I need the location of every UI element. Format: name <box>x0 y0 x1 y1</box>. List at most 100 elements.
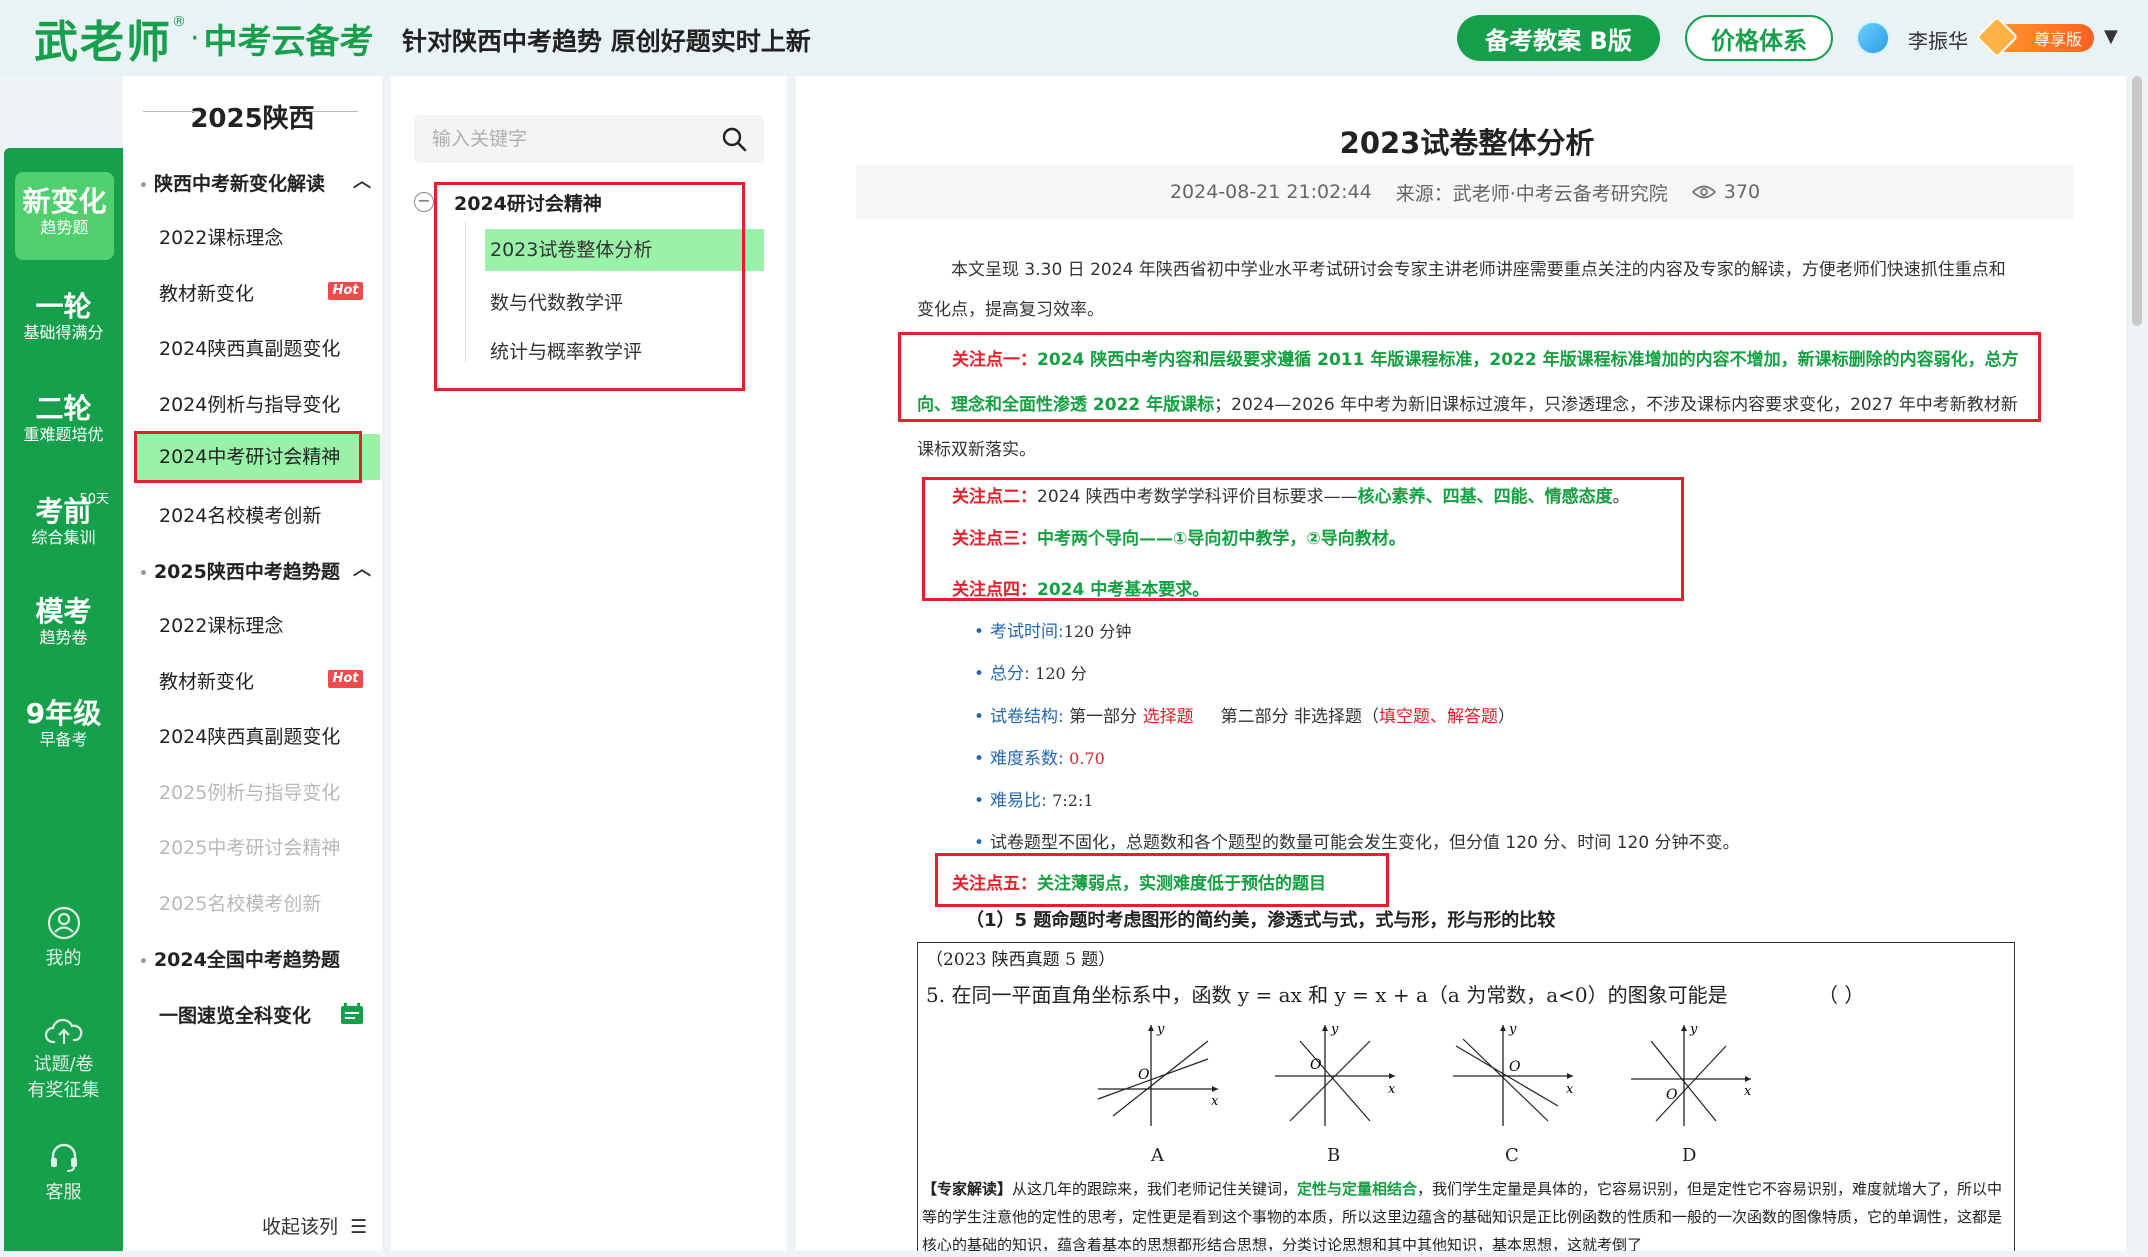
bullet-ratio: • 难易比: 7:2:1 <box>974 791 1094 811</box>
exam-question-figure: （2023 陕西真题 5 题） 5. 在同一平面直角坐标系中，函数 y = ax… <box>917 942 2015 1251</box>
chevron-up-icon: ︿ <box>353 171 371 192</box>
highlight-box <box>434 182 745 391</box>
nav-item-example-guidance-2025: 2025例析与指导变化 <box>159 782 341 804</box>
avatar[interactable] <box>1856 21 1890 55</box>
rail-item-pre-exam[interactable]: 50天 考前 综合集训 <box>4 492 123 548</box>
user-name[interactable]: 李振华 <box>1908 25 1968 54</box>
option-label-c: C <box>1505 1145 1519 1166</box>
bullet-value: 120 分钟 <box>1063 622 1132 641</box>
top-bar: 武老师 ® · 中考云备考 针对陕西中考趋势 原创好题实时上新 备考教案 B版 … <box>0 0 2148 76</box>
nav-item-curriculum-2022[interactable]: 2022课标理念 <box>159 223 283 250</box>
nav-item-real-exam-changes[interactable]: 2024陕西真副题变化 <box>159 722 340 749</box>
price-system-button[interactable]: 价格体系 <box>1685 15 1833 61</box>
new-flag-icon <box>341 1003 363 1024</box>
bullet-label: 试卷结构: <box>990 707 1064 727</box>
graph-x-label: x <box>1744 1084 1752 1099</box>
rail-item-round-two[interactable]: 二轮 重难题培优 <box>4 393 123 445</box>
nav-section-title: 2024全国中考趋势题 <box>153 949 340 971</box>
bullet-value: 7:2:1 <box>1052 791 1094 810</box>
bullet-red2: 填空题、解答题 <box>1379 707 1499 727</box>
rail-item-grade-nine[interactable]: 9年级 早备考 <box>4 698 123 750</box>
expert-highlight: 定性与定量相结合 <box>1297 1180 1418 1198</box>
highlight-box <box>898 332 2041 422</box>
rail-item-subtitle: 早备考 <box>39 730 88 749</box>
nav-item-seminar-spirit-2025: 2025中考研讨会精神 <box>159 837 341 859</box>
rail-item-label-2: 有奖征集 <box>27 1080 100 1101</box>
bullet-part2: 第二部分 非选择题（ <box>1220 707 1380 727</box>
rail-item-mine[interactable]: 我的 <box>4 906 123 972</box>
tree-collapse-icon[interactable]: − <box>414 192 434 212</box>
nav-header-divider-left <box>143 111 198 112</box>
nav-item-overview-chart[interactable]: 一图速览全科变化 <box>159 1001 311 1028</box>
nav-item-textbook-changes[interactable]: 教材新变化 <box>159 667 254 694</box>
expert-commentary: 【专家解读】从这几年的跟踪来，我们老师记住关键词，定性与定量相结合，我们学生定量… <box>922 1175 2008 1251</box>
graph-option-d: O x y <box>1631 1022 1752 1126</box>
article-date: 2024-08-21 21:02:44 <box>1169 181 1372 203</box>
upload-cloud-icon <box>44 1018 82 1044</box>
section-subheading: （1）5 题命题时考虑图形的简约美，渗透式与式，式与形，形与形的比较 <box>966 910 1556 931</box>
bullet-label: 考试时间: <box>990 622 1064 642</box>
graph-origin-label: O <box>1666 1087 1678 1103</box>
nav-header-divider-right <box>303 111 358 112</box>
graph-origin-label: O <box>1138 1067 1150 1083</box>
rail-item-subtitle: 重难题培优 <box>23 425 104 444</box>
search-input[interactable] <box>432 115 712 163</box>
rail-item-badge: 50天 <box>79 492 109 507</box>
graph-x-label: x <box>1388 1082 1396 1097</box>
nav-item-school-mock-2025: 2025名校模考创新 <box>159 893 322 915</box>
rail-item-title: 9年级 <box>25 697 102 730</box>
search-icon[interactable] <box>720 125 748 153</box>
left-rail: 新变化 趋势题 一轮 基础得满分 二轮 重难题培优 50天 考前 综合集训 模考… <box>4 148 123 1251</box>
logo-dot: · <box>190 20 200 56</box>
graph-origin-label: O <box>1509 1059 1521 1075</box>
rail-item-upload[interactable]: 试题/卷 有奖征集 <box>4 1016 123 1104</box>
rail-item-service[interactable]: 客服 <box>4 1140 123 1206</box>
chevron-up-icon: ︿ <box>353 559 371 580</box>
rail-item-subtitle: 基础得满分 <box>23 323 104 342</box>
rail-item-mock-exam[interactable]: 模考 趋势卷 <box>4 596 123 648</box>
nav-item-example-guidance[interactable]: 2024例析与指导变化 <box>159 390 340 417</box>
views-counter: 370 <box>1691 181 1761 203</box>
diamond-icon <box>1975 15 2019 59</box>
graph-origin-label: O <box>1310 1057 1322 1073</box>
highlight-box <box>935 853 1389 907</box>
rail-item-title: 模考 <box>35 595 92 628</box>
rail-item-round-one[interactable]: 一轮 基础得满分 <box>4 291 123 343</box>
nav-section-2024-national[interactable]: • 2024全国中考趋势题 <box>139 945 379 972</box>
logo-registered-mark: ® <box>172 14 186 30</box>
nav-item-textbook-changes[interactable]: 教材新变化 <box>159 279 254 306</box>
nav-section-shaanxi-new-changes[interactable]: • 陕西中考新变化解读 ︿ <box>139 169 379 196</box>
rail-item-title: 二轮 <box>35 392 92 425</box>
nav-item-curriculum-2022[interactable]: 2022课标理念 <box>159 611 283 638</box>
search-box <box>414 115 764 163</box>
vip-badge: 尊享版 <box>1975 15 2094 59</box>
plan-b-button[interactable]: 备考教案 B版 <box>1457 15 1660 61</box>
rail-item-label: 客服 <box>45 1182 82 1203</box>
rail-item-new-changes[interactable]: 新变化 趋势题 <box>15 172 114 260</box>
bullet-part1: 第一部分 <box>1069 707 1138 727</box>
user-menu-caret-icon[interactable]: ▼ <box>2104 26 2118 47</box>
graph-y-label: y <box>1330 1022 1339 1037</box>
rail-item-label: 试题/卷 <box>33 1054 94 1075</box>
slogan: 针对陕西中考趋势 原创好题实时上新 <box>402 27 811 56</box>
collapse-column-button[interactable]: 收起该列 ☰ <box>262 1212 367 1239</box>
logo[interactable]: 武老师 ® · 中考云备考 <box>34 10 374 68</box>
option-label-a: A <box>1151 1145 1164 1166</box>
rail-item-subtitle: 趋势卷 <box>39 628 88 647</box>
logo-main-text: 武老师 <box>34 17 172 68</box>
views-count: 370 <box>1723 181 1761 203</box>
eye-icon <box>1691 185 1716 199</box>
scrollbar[interactable] <box>2132 76 2142 326</box>
bullet-difficulty: • 难度系数: 0.70 <box>974 749 1105 769</box>
nav-section-title: 陕西中考新变化解读 <box>153 173 325 195</box>
bullet-paper-structure: • 试卷结构: 第一部分 选择题 第二部分 非选择题（填空题、解答题） <box>974 707 1516 727</box>
collapse-column-label: 收起该列 <box>262 1216 339 1238</box>
bullet-label: 难度系数: <box>990 749 1064 769</box>
bullet-exam-time: • 考试时间:120 分钟 <box>974 622 1132 642</box>
collapse-icon: ☰ <box>350 1216 368 1238</box>
nav-item-school-mock-innovation[interactable]: 2024名校模考创新 <box>159 501 321 528</box>
nav-item-real-exam-changes[interactable]: 2024陕西真副题变化 <box>159 334 340 361</box>
graph-y-label: y <box>1156 1022 1165 1037</box>
nav-section-2025-trend[interactable]: • 2025陕西中考趋势题 ︿ <box>139 557 379 584</box>
highlight-box <box>922 477 1684 601</box>
